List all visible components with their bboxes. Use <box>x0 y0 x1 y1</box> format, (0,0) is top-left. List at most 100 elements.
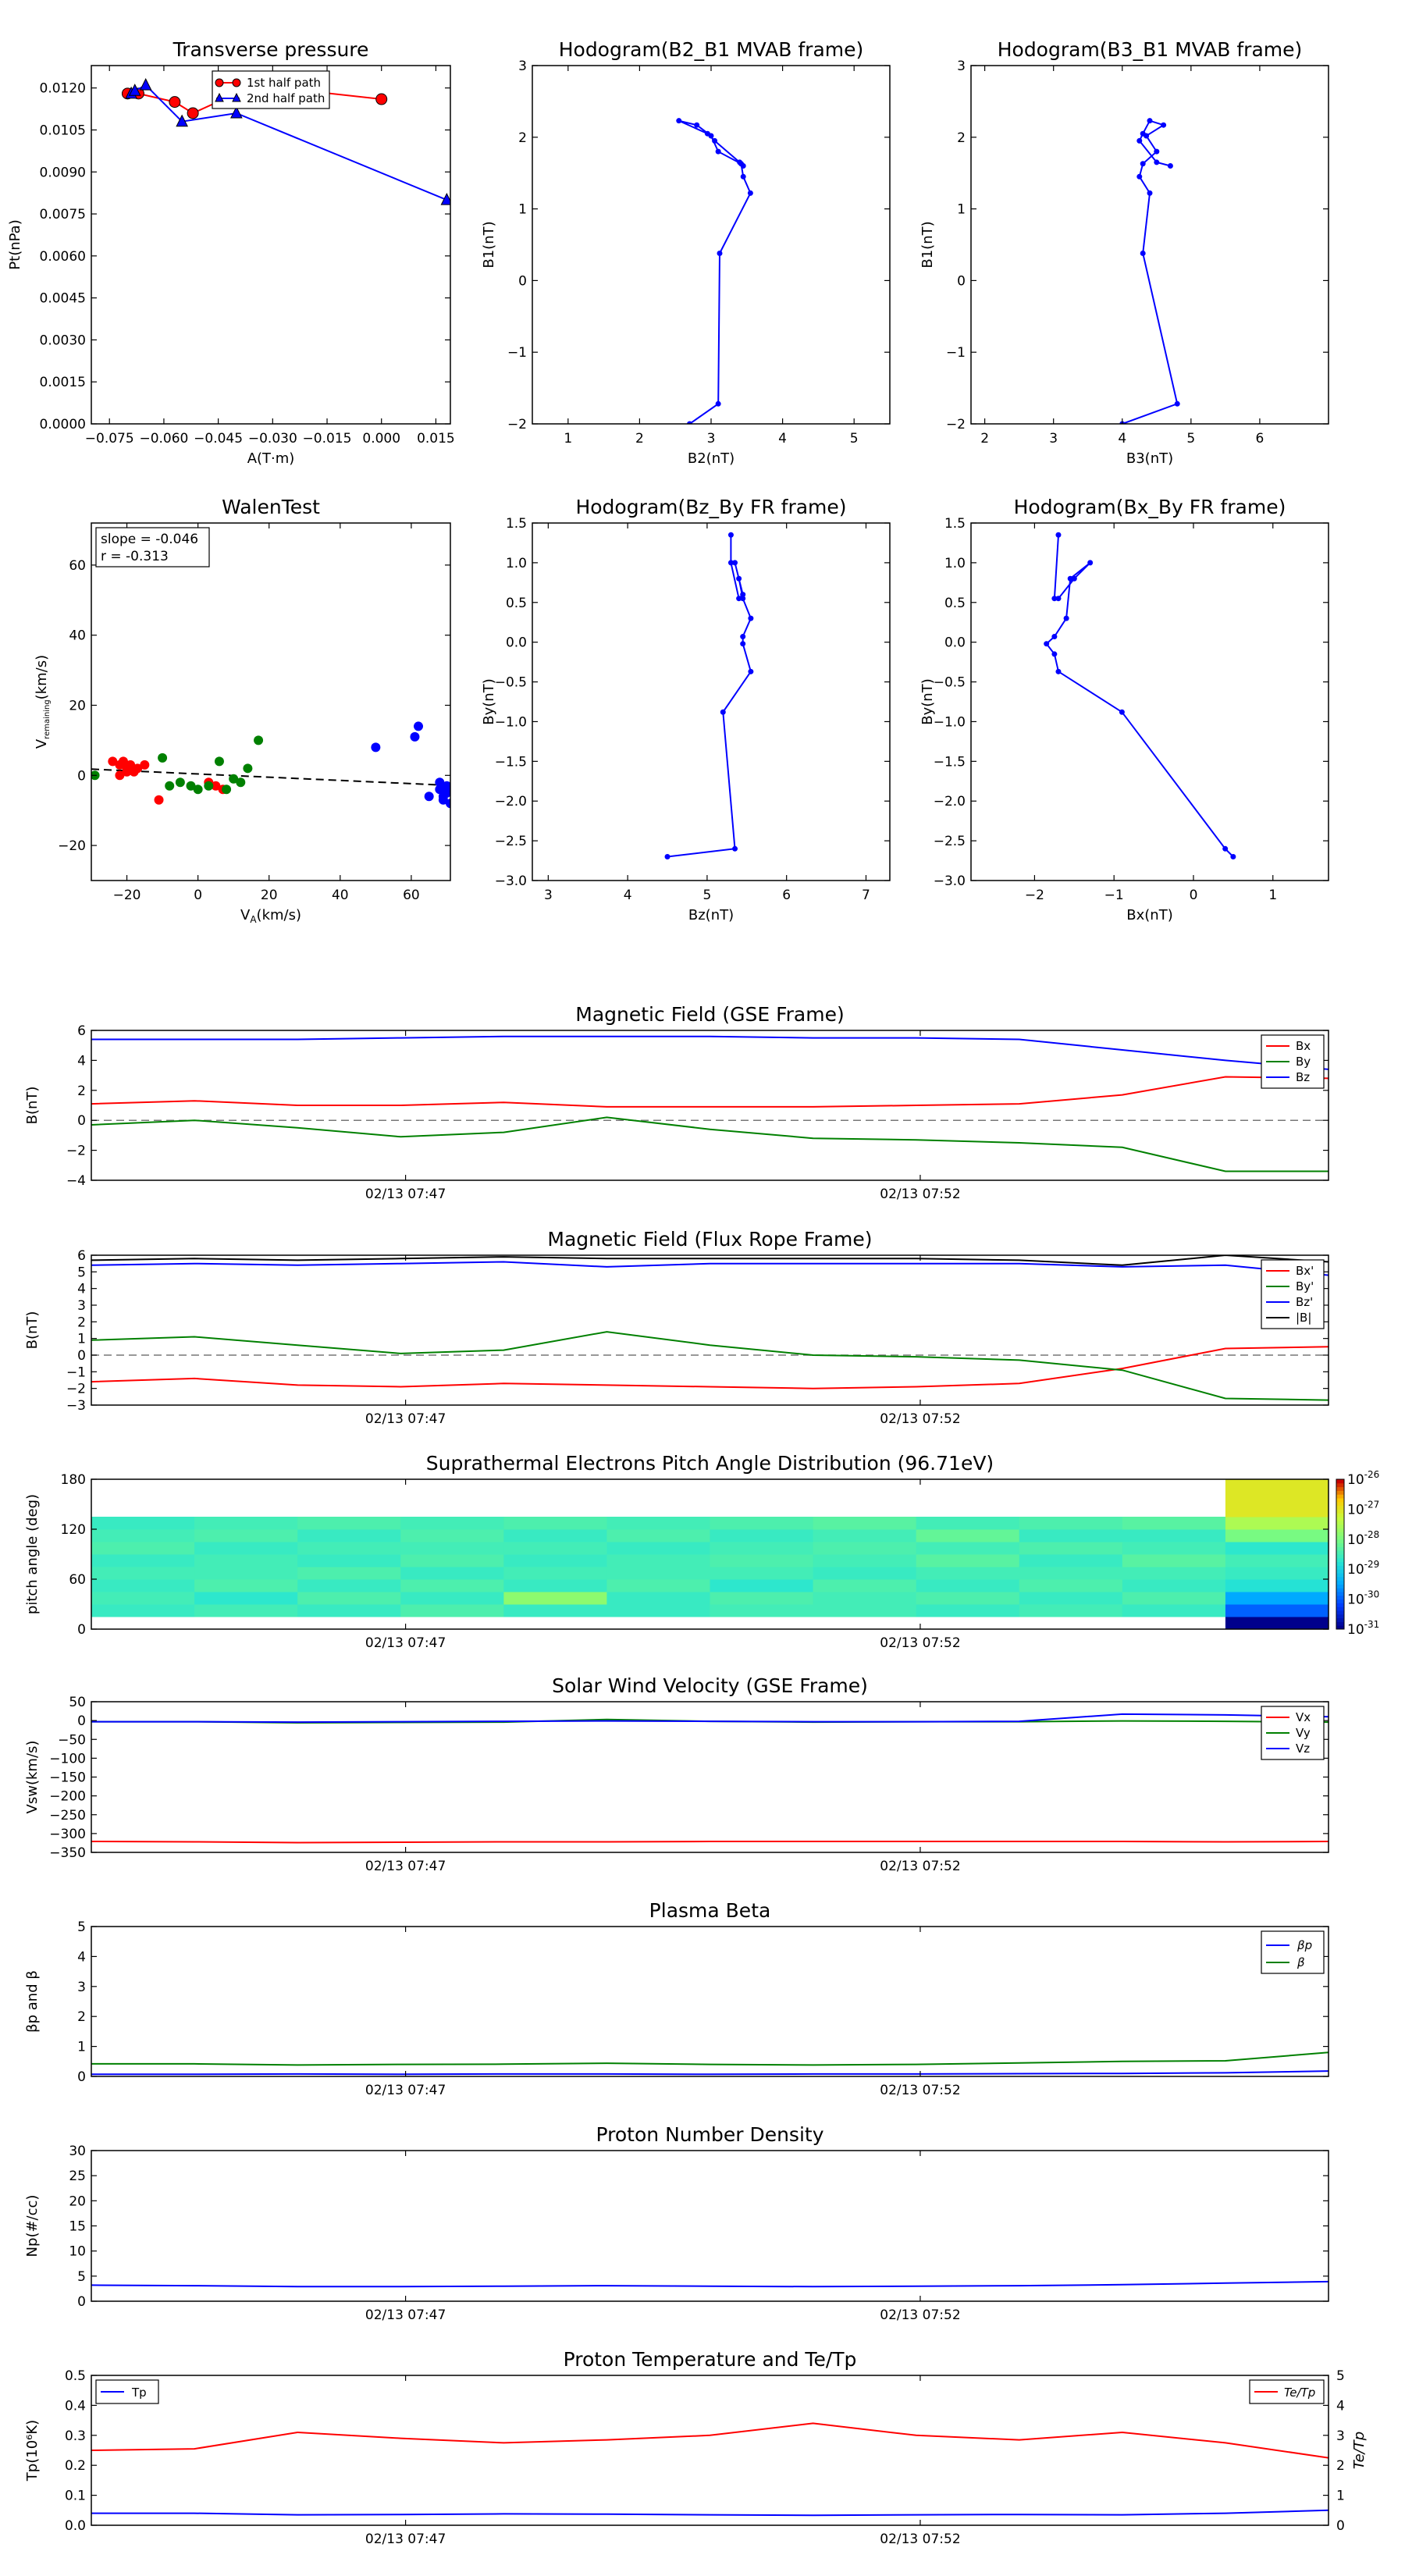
y-tick-label: 0.1 <box>65 2489 86 2504</box>
legend-label: Vx <box>1296 1710 1311 1724</box>
data-point <box>1140 251 1146 257</box>
time-tick-label: 02/13 07:47 <box>365 2532 446 2547</box>
x-tick-label: 0.000 <box>362 431 400 447</box>
colorbar-segment <box>1336 1584 1344 1589</box>
heatmap-cell <box>813 1579 917 1592</box>
y-axis-label: Vremaining(km/s) <box>34 655 52 749</box>
x-tick-label: −2 <box>1025 888 1044 903</box>
y-tick-label: 10 <box>69 2244 86 2260</box>
time-tick-label: 02/13 07:52 <box>880 1635 960 1651</box>
data-point <box>736 596 742 602</box>
data-point <box>1154 159 1160 165</box>
x-axis-label: A(T·m) <box>247 450 295 467</box>
heatmap-cell <box>297 1542 401 1555</box>
panel-data-area <box>91 2422 1329 2517</box>
heatmap-cell <box>91 1554 195 1567</box>
chart-walen: −20 0 20 40 60 −20 0 20 40 60 WalenTest VA(km/s) Vre… <box>34 496 451 925</box>
colorbar-label: 10-29 <box>1347 1559 1379 1578</box>
fit-line <box>91 768 450 787</box>
heatmap-cell <box>710 1529 814 1542</box>
data-point <box>1071 575 1077 582</box>
panel-data-area <box>91 2280 1329 2288</box>
x-tick-label: 1 <box>564 431 572 447</box>
legend-label: |B| <box>1296 1311 1311 1325</box>
heatmap-cell <box>1019 1529 1123 1542</box>
time-tick-label: 02/13 07:52 <box>880 1411 960 1427</box>
colorbar-label: 10-26 <box>1347 1469 1379 1488</box>
data-point <box>715 148 721 155</box>
y-tick-label: 60 <box>69 1572 86 1588</box>
heatmap-cell <box>916 1517 1020 1530</box>
x-axis-label: B2(nT) <box>688 450 735 467</box>
heatmap-cell <box>606 1604 710 1617</box>
x-tick-label: 1 <box>1268 888 1277 903</box>
series-Bz-line <box>91 1035 1329 1070</box>
colorbar-label-exp: -30 <box>1364 1589 1380 1600</box>
y-right-tick-label: 2 <box>1336 2458 1345 2474</box>
colorbar-label: 10-27 <box>1347 1499 1379 1517</box>
legend-label: 1st half path <box>247 76 321 90</box>
annotation-slope: slope = -0.046 <box>101 532 198 547</box>
y-tick-label: −1 <box>66 1364 86 1380</box>
heatmap-cell <box>1225 1617 1329 1629</box>
y-tick-label: −2 <box>507 417 527 432</box>
y-tick-label: 1.0 <box>944 556 966 571</box>
data-point <box>1230 853 1236 859</box>
colorbar-segment <box>1336 1494 1344 1499</box>
heatmap-cell <box>400 1604 504 1617</box>
heatmap-cell <box>1122 1542 1226 1555</box>
data-point <box>717 251 723 257</box>
y-tick-label: 50 <box>69 1695 86 1710</box>
x-tick-label: 4 <box>624 888 632 903</box>
y-tick-label: 0.5 <box>944 596 966 611</box>
y-tick-label: −2.5 <box>495 834 527 849</box>
y-right-tick-label: 3 <box>1336 2428 1345 2444</box>
y-tick-label: −250 <box>49 1808 86 1823</box>
y-axis-label: pitch angle (deg) <box>24 1494 41 1614</box>
colorbar-label-exp: -28 <box>1364 1529 1380 1540</box>
heatmap-cell <box>297 1579 401 1592</box>
y-tick-label: −50 <box>58 1732 86 1748</box>
heatmap-cell <box>1019 1592 1123 1605</box>
y-tick-label: 0 <box>77 1713 86 1729</box>
heatmap-cell <box>503 1567 607 1580</box>
series-Bx'-line <box>91 1346 1329 1389</box>
y-tick-label: −100 <box>49 1751 86 1767</box>
chart-title: Hodogram(Bz_By FR frame) <box>575 496 846 518</box>
y-tick-label: 0.0 <box>506 635 527 651</box>
heatmap-cell <box>1225 1542 1329 1555</box>
heatmap-cell <box>297 1517 401 1530</box>
heatmap-cell <box>710 1579 814 1592</box>
panel-np: 02/13 07:47 02/13 07:52 0 5 10 15 20 25 30 Proton… <box>24 2123 1329 2323</box>
plot-frame <box>91 2150 1329 2302</box>
heatmap-cell <box>1019 1567 1123 1580</box>
data-point <box>1136 173 1143 180</box>
series-Te/Tp-line <box>91 2422 1329 2459</box>
y-tick-label: 5 <box>77 2269 86 2285</box>
heatmap-cell <box>1019 1554 1123 1567</box>
legend-label: β <box>1297 1955 1305 1969</box>
y-tick-label: 2 <box>77 2009 86 2025</box>
y-tick-label: −2 <box>946 417 966 432</box>
panel-title: Suprathermal Electrons Pitch Angle Distr… <box>426 1452 994 1475</box>
series-0-line <box>667 535 752 858</box>
data-point <box>748 615 754 621</box>
y-tick-label: 20 <box>69 698 86 713</box>
colorbar-label-exp: -26 <box>1364 1469 1380 1480</box>
heatmap-cell <box>916 1567 1020 1580</box>
data-point <box>214 756 224 767</box>
x-tick-label: 6 <box>1256 431 1264 447</box>
x-tick-label: 5 <box>850 431 859 447</box>
heatmap-cell <box>297 1529 401 1542</box>
y-tick-label: 1 <box>957 202 966 218</box>
y-tick-label: −1 <box>507 345 527 361</box>
y-tick-label: −1.5 <box>934 754 966 770</box>
y-tick-label: −2.5 <box>934 834 966 849</box>
y-axis-label-sub: remaining <box>43 699 52 739</box>
heatmap-cell <box>194 1592 298 1605</box>
legend-marker <box>215 78 224 87</box>
y-right-tick-label: 5 <box>1336 2368 1345 2384</box>
y-axis-label-unit: (km/s) <box>34 655 50 699</box>
heatmap-cell <box>916 1579 1020 1592</box>
data-point <box>740 592 746 598</box>
